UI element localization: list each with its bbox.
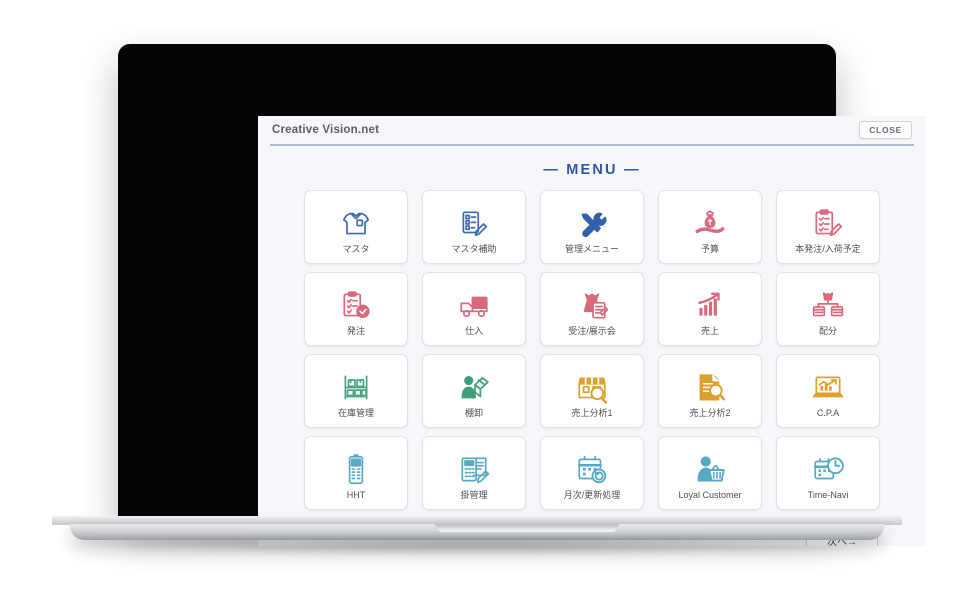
shop-search-icon	[575, 364, 609, 404]
menu-grid: マスタ マスタ補助 管理メニュー 予算 本発注/入荷予定発注 仕入 受注/展示会 売上 配分在庫…	[258, 190, 926, 516]
shelf-boxes-icon	[339, 364, 373, 404]
menu-card[interactable]: 棚卸	[422, 354, 526, 428]
calendar-clock-icon	[811, 446, 845, 486]
menu-card-label: マスタ	[342, 243, 370, 254]
menu-card-label: 予算	[700, 243, 719, 254]
menu-card[interactable]: 管理メニュー	[540, 190, 644, 264]
handheld-terminal-icon	[339, 446, 373, 486]
app-title: Creative Vision.net	[272, 124, 380, 136]
laptop-base	[52, 516, 902, 542]
calculator-pencil-icon	[457, 446, 491, 486]
customer-basket-icon	[693, 446, 727, 486]
menu-card[interactable]: 発注	[304, 272, 408, 346]
document-search-icon	[693, 364, 727, 404]
menu-card-label: 管理メニュー	[564, 243, 619, 254]
bar-chart-arrow-icon	[693, 282, 727, 322]
menu-card[interactable]: マスタ	[304, 190, 408, 264]
menu-card[interactable]: Time-Navi	[776, 436, 880, 510]
laptop-shadow	[58, 540, 896, 556]
menu-card[interactable]: マスタ補助	[422, 190, 526, 264]
laptop-lid: Creative Vision.net CLOSE — MENU — マスタ マス…	[118, 44, 926, 546]
menu-card[interactable]: 売上	[658, 272, 762, 346]
person-box-icon	[457, 364, 491, 404]
truck-icon	[457, 282, 491, 322]
menu-card[interactable]: 配分	[776, 272, 880, 346]
menu-card-label: 掛管理	[460, 489, 488, 500]
money-bag-hand-icon	[693, 200, 727, 240]
clipboard-pencil-icon	[811, 200, 845, 240]
close-button[interactable]: CLOSE	[859, 121, 912, 139]
laptop-base-notch	[435, 524, 619, 532]
menu-card[interactable]: 売上分析1	[540, 354, 644, 428]
laptop-chart-icon	[811, 364, 845, 404]
menu-card-label: 在庫管理	[337, 407, 374, 418]
menu-card[interactable]: HHT	[304, 436, 408, 510]
tools-icon	[575, 200, 609, 240]
calendar-refresh-icon	[575, 446, 609, 486]
page-title: — MENU —	[543, 162, 641, 178]
menu-card[interactable]: 予算	[658, 190, 762, 264]
menu-card[interactable]: 仕入	[422, 272, 526, 346]
menu-card-label: 売上分析2	[689, 407, 731, 418]
menu-card-label: 棚卸	[464, 407, 483, 418]
laptop-screen: Creative Vision.net CLOSE — MENU — マスタ マス…	[258, 116, 926, 546]
menu-card[interactable]: 掛管理	[422, 436, 526, 510]
menu-card-label: Time-Navi	[807, 489, 849, 500]
menu-card[interactable]: 在庫管理	[304, 354, 408, 428]
checklist-pencil-icon	[457, 200, 491, 240]
clipboard-check-icon	[339, 282, 373, 322]
distribution-icon	[811, 282, 845, 322]
menu-card-label: 売上分析1	[571, 407, 613, 418]
menu-card-label: 売上	[700, 325, 719, 336]
menu-card[interactable]: 受注/展示会	[540, 272, 644, 346]
menu-card-label: C.P.A	[816, 407, 840, 418]
app-titlebar: Creative Vision.net CLOSE	[258, 116, 926, 144]
shirt-icon	[339, 200, 373, 240]
menu-card-label: マスタ補助	[451, 243, 497, 254]
menu-card[interactable]: 本発注/入荷予定	[776, 190, 880, 264]
menu-card-label: Loyal Customer	[678, 489, 742, 500]
menu-card-label: 仕入	[464, 325, 483, 336]
menu-card[interactable]: 売上分析2	[658, 354, 762, 428]
dress-document-icon	[575, 282, 609, 322]
menu-card-label: 月次/更新処理	[563, 489, 621, 500]
menu-card-label: HHT	[346, 489, 366, 500]
menu-card-label: 受注/展示会	[568, 325, 616, 336]
menu-card[interactable]: Loyal Customer	[658, 436, 762, 510]
screenshot-stage: Creative Vision.net CLOSE — MENU — マスタ マス…	[0, 0, 953, 590]
menu-card[interactable]: 月次/更新処理	[540, 436, 644, 510]
menu-card-label: 発注	[346, 325, 365, 336]
menu-card[interactable]: C.P.A	[776, 354, 880, 428]
menu-card-label: 本発注/入荷予定	[795, 243, 861, 254]
menu-card-label: 配分	[818, 325, 837, 336]
